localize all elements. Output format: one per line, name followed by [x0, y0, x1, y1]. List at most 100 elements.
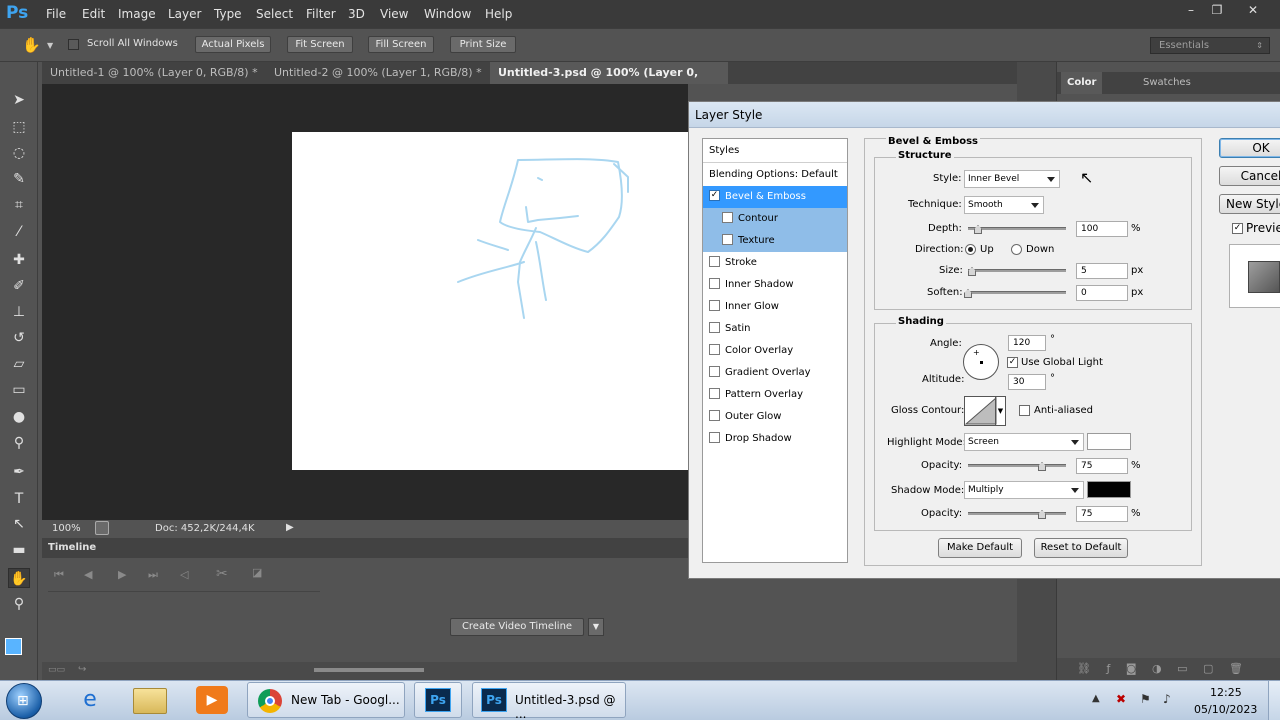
checkbox[interactable]	[709, 255, 720, 267]
tab-untitled-1[interactable]: Untitled-1 @ 100% (Layer 0, RGB/8) * ✕	[42, 62, 264, 101]
checkbox-checked-icon[interactable]: ✓	[709, 189, 720, 201]
create-video-timeline-button[interactable]: Create Video Timeline	[450, 618, 584, 636]
foreground-color-swatch[interactable]	[5, 638, 22, 655]
checkbox[interactable]	[709, 321, 720, 333]
zoom-level[interactable]: 100%	[52, 523, 81, 534]
size-slider[interactable]	[968, 269, 1066, 272]
checkbox[interactable]	[709, 431, 720, 443]
quick-select-icon[interactable]: ✎	[8, 169, 30, 189]
lasso-tool-icon[interactable]: ◌	[8, 143, 30, 163]
chevron-down-icon[interactable]: ▼	[995, 397, 1005, 425]
style-texture[interactable]: Texture	[703, 230, 847, 252]
status-icon[interactable]	[95, 521, 109, 535]
marquee-tool-icon[interactable]: ⬚	[8, 117, 30, 137]
menu-file[interactable]: File	[46, 7, 66, 21]
taskbar-chrome[interactable]: New Tab - Googl...	[247, 682, 405, 718]
highlight-opacity-slider[interactable]	[968, 464, 1066, 467]
checkbox[interactable]	[709, 299, 720, 311]
tab-untitled-3[interactable]: Untitled-3.psd @ 100% (Layer 0, RGB/8) ✕	[490, 62, 728, 101]
actual-pixels-button[interactable]: Actual Pixels	[195, 36, 271, 53]
menu-view[interactable]: View	[380, 7, 408, 21]
shadow-color-swatch[interactable]	[1087, 481, 1131, 498]
fill-screen-button[interactable]: Fill Screen	[368, 36, 434, 53]
action-center-icon[interactable]: ⚑	[1140, 692, 1151, 706]
checkbox[interactable]	[709, 365, 720, 377]
move-tool-icon[interactable]: ➤	[8, 90, 30, 110]
minimize-button[interactable]: –	[1178, 3, 1204, 19]
style-bevel-emboss[interactable]: ✓ Bevel & Emboss	[703, 186, 847, 208]
scroll-all-windows-checkbox[interactable]	[68, 39, 79, 53]
frames-icon[interactable]: ▭▭	[48, 665, 65, 675]
zoom-tool-icon[interactable]: ⚲	[8, 594, 30, 614]
gradient-tool-icon[interactable]: ▭	[8, 380, 30, 400]
hand-tool-icon[interactable]: ✋	[8, 568, 30, 588]
taskbar-untitled-3[interactable]: Ps Untitled-3.psd @ ...	[472, 682, 626, 720]
angle-dial[interactable]: +	[963, 344, 999, 380]
tab-untitled-2[interactable]: Untitled-2 @ 100% (Layer 1, RGB/8) * ✕	[266, 62, 490, 101]
healing-brush-icon[interactable]: ✚	[8, 250, 30, 270]
checkbox[interactable]	[709, 409, 720, 421]
volume-icon[interactable]: ♪	[1163, 692, 1171, 706]
menu-type[interactable]: Type	[214, 7, 242, 21]
chevron-down-icon[interactable]: ▼	[588, 618, 604, 636]
next-frame-icon[interactable]: ⏭	[148, 568, 158, 582]
eraser-tool-icon[interactable]: ▱	[8, 354, 30, 374]
type-tool-icon[interactable]: T	[8, 489, 30, 509]
show-desktop-button[interactable]	[1268, 681, 1280, 720]
eyedropper-icon[interactable]: ⁄	[8, 222, 30, 242]
play-icon[interactable]: ▶	[118, 568, 126, 581]
style-stroke[interactable]: Stroke	[703, 252, 847, 274]
blur-tool-icon[interactable]: ●	[8, 407, 30, 427]
taskbar-photoshop[interactable]: Ps	[414, 682, 462, 718]
first-frame-icon[interactable]: ⏮	[54, 568, 64, 582]
scissors-icon[interactable]: ✂	[216, 566, 228, 582]
soften-input[interactable]: 0	[1076, 285, 1128, 301]
style-outer-glow[interactable]: Outer Glow	[703, 406, 847, 428]
transition-icon[interactable]: ◪	[252, 566, 262, 579]
path-select-icon[interactable]: ↖	[8, 514, 30, 534]
print-size-button[interactable]: Print Size	[450, 36, 516, 53]
anti-aliased-checkbox[interactable]	[1019, 405, 1030, 416]
highlight-color-swatch[interactable]	[1087, 433, 1131, 450]
checkbox[interactable]	[722, 233, 733, 245]
ok-button[interactable]: OK	[1219, 138, 1280, 158]
restore-button[interactable]: ❐	[1204, 3, 1230, 19]
network-icon[interactable]: ✖	[1116, 692, 1126, 706]
hand-tool-icon[interactable]: ✋	[22, 36, 41, 54]
triangle-right-icon[interactable]: ▶	[286, 522, 294, 533]
technique-select[interactable]: Smooth	[964, 196, 1044, 214]
dodge-tool-icon[interactable]: ⚲	[8, 433, 30, 453]
altitude-input[interactable]: 30	[1008, 374, 1046, 390]
menu-window[interactable]: Window	[424, 7, 471, 21]
style-contour[interactable]: Contour	[703, 208, 847, 230]
show-hidden-icons[interactable]: ▲	[1092, 693, 1100, 704]
menu-image[interactable]: Image	[118, 7, 156, 21]
reset-to-default-button[interactable]: Reset to Default	[1034, 538, 1128, 558]
link-icon[interactable]: ⛓	[1077, 662, 1091, 675]
menu-select[interactable]: Select	[256, 7, 293, 21]
zoom-slider[interactable]	[314, 668, 424, 672]
depth-input[interactable]: 100	[1076, 221, 1128, 237]
style-drop-shadow[interactable]: Drop Shadow	[703, 428, 847, 450]
audio-icon[interactable]: ◁	[180, 568, 188, 581]
preview-checkbox[interactable]: ✓	[1232, 223, 1243, 234]
make-default-button[interactable]: Make Default	[938, 538, 1022, 558]
style-inner-shadow[interactable]: Inner Shadow	[703, 274, 847, 296]
prev-frame-icon[interactable]: ◀	[84, 568, 92, 581]
chevron-down-icon[interactable]: ▼	[47, 41, 53, 50]
tab-color[interactable]: Color	[1061, 72, 1103, 94]
depth-slider[interactable]	[968, 227, 1066, 230]
gloss-contour-picker[interactable]: ▼	[964, 396, 1006, 426]
folder-icon[interactable]: ▭	[1177, 662, 1187, 675]
menu-layer[interactable]: Layer	[168, 7, 201, 21]
history-brush-icon[interactable]: ↺	[8, 328, 30, 348]
file-explorer-icon[interactable]	[133, 688, 167, 714]
menu-edit[interactable]: Edit	[82, 7, 105, 21]
adjustment-icon[interactable]: ◑	[1152, 662, 1162, 675]
style-color-overlay[interactable]: Color Overlay	[703, 340, 847, 362]
style-gradient-overlay[interactable]: Gradient Overlay	[703, 362, 847, 384]
menu-filter[interactable]: Filter	[306, 7, 336, 21]
start-button[interactable]: ⊞	[6, 683, 42, 719]
shadow-opacity-input[interactable]: 75	[1076, 506, 1128, 522]
new-layer-icon[interactable]: ▢	[1203, 662, 1213, 675]
